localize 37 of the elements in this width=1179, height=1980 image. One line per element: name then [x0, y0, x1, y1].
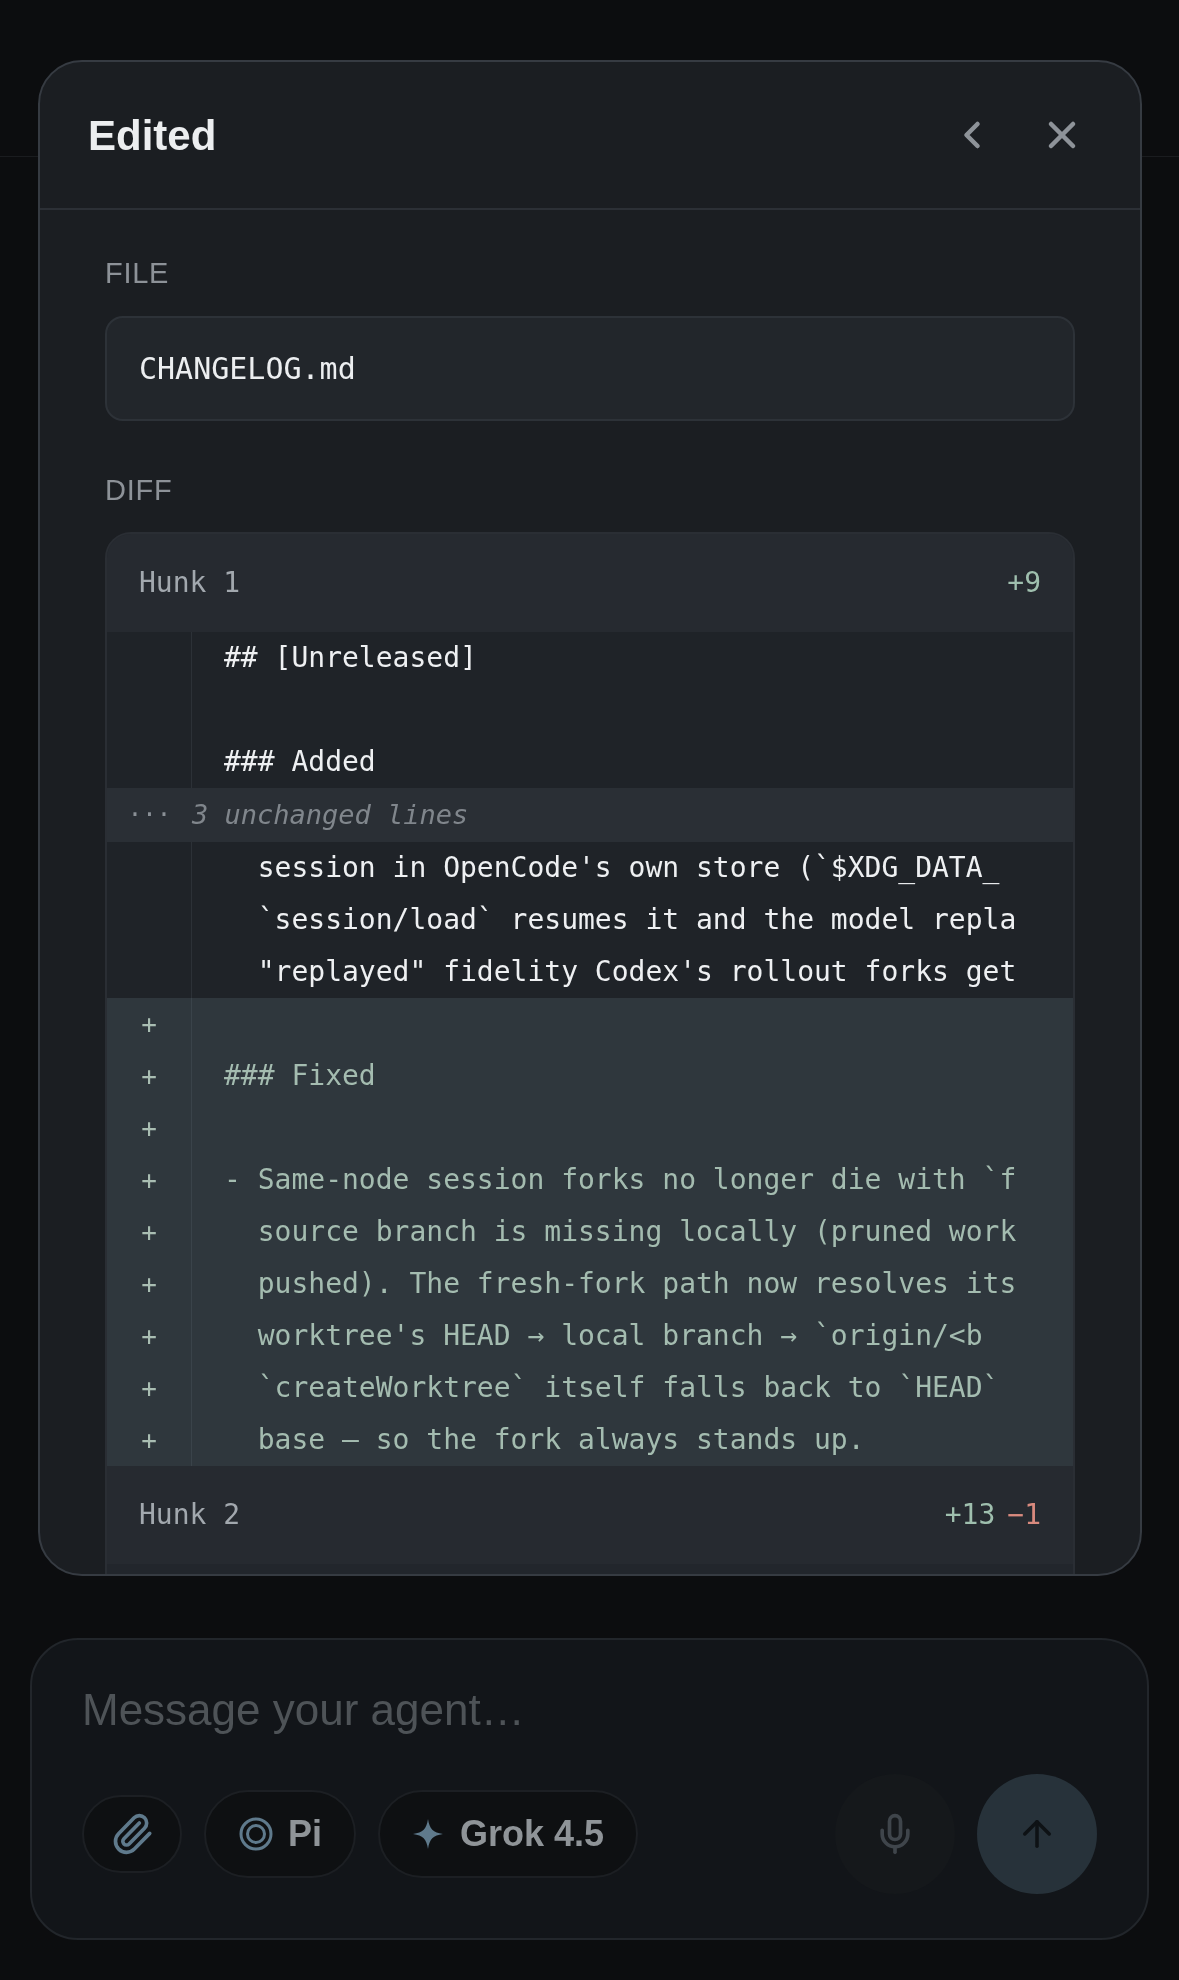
- unchanged-lines-toggle[interactable]: 3 unchanged lines: [192, 794, 469, 836]
- added-marker: +: [141, 1372, 157, 1405]
- added-marker: +: [141, 1268, 157, 1301]
- added-marker: +: [141, 1008, 157, 1041]
- code-line: ### Added: [223, 744, 376, 780]
- code-line: session in OpenCode's own store (`$XDG_DATA_: [256, 850, 1000, 886]
- model-button[interactable]: Grok 4.5: [378, 1790, 639, 1878]
- additions-count: +13: [944, 1497, 996, 1533]
- dialog-title: Edited: [88, 110, 217, 161]
- added-marker: +: [141, 1164, 157, 1197]
- code-line: ## [Unreleased]: [223, 640, 477, 676]
- sparkle-icon: [412, 1818, 444, 1850]
- added-marker: +: [141, 1216, 157, 1249]
- added-marker: +: [141, 1320, 157, 1353]
- code-line: `session/load` resumes it and the model repla: [256, 902, 1017, 938]
- code-line: - Same-node session forks no longer die with `f: [223, 1162, 1017, 1198]
- hunk-title: Hunk 1: [139, 565, 241, 601]
- additions-count: +9: [1007, 565, 1041, 601]
- code-line: pushed). The fresh-fork path now resolves its: [256, 1266, 1017, 1302]
- added-marker: +: [141, 1112, 157, 1145]
- ring-icon: [238, 1816, 274, 1852]
- file-field: CHANGELOG.md: [105, 315, 1075, 421]
- field-label: FILE: [105, 256, 171, 291]
- code-line: "replayed" fidelity Codex's rollout forks get: [256, 954, 1017, 990]
- ellipsis-marker: ···: [127, 800, 172, 831]
- code-line: `createWorktree` itself falls back to `HEAD`: [256, 1370, 1000, 1406]
- agent-button[interactable]: Pi: [204, 1790, 356, 1878]
- code-line: base — so the fork always stands up.: [256, 1422, 865, 1458]
- deletions-count: −1: [1007, 1497, 1041, 1533]
- code-line: source branch is missing locally (pruned work: [256, 1214, 1017, 1250]
- added-marker: +: [141, 1424, 157, 1457]
- code-line: worktree's HEAD → local branch → `origin/<b: [256, 1318, 983, 1354]
- message-input[interactable]: Message your agent…: [82, 1680, 1097, 1740]
- hunk-title: Hunk 2: [139, 1497, 241, 1533]
- field-label: DIFF: [105, 472, 174, 508]
- added-marker: +: [141, 1060, 157, 1093]
- code-line: ### Fixed: [223, 1058, 376, 1094]
